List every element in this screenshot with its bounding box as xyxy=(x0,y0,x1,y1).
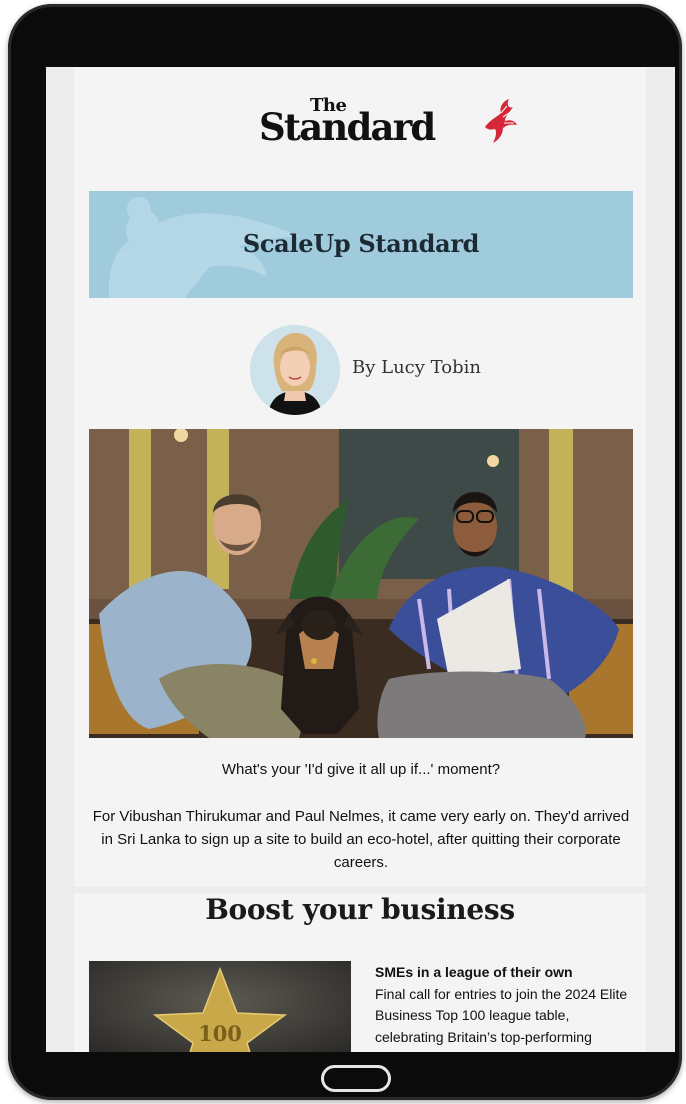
founders-photo xyxy=(89,429,633,738)
newsletter-email: The Standard ScaleUp Standard By Lucy To… xyxy=(46,67,675,1052)
newsletter-title: ScaleUp Standard xyxy=(242,229,480,258)
badge-number: 100 xyxy=(198,1021,242,1046)
author-byline: By Lucy Tobin xyxy=(352,357,481,378)
article-summary: Final call for entries to join the 2024 … xyxy=(375,985,628,1045)
logo-standard: Standard xyxy=(259,105,436,149)
intro-question: What's your 'I'd give it all up if...' m… xyxy=(221,761,501,778)
star-award-image: 100 xyxy=(89,961,351,1052)
author-portrait-image xyxy=(250,325,340,415)
home-button[interactable] xyxy=(321,1065,391,1092)
red-bird-icon xyxy=(485,99,517,143)
article-teaser[interactable]: SMEs in a league of their own Final call… xyxy=(375,962,631,1048)
tablet-frame: The Standard ScaleUp Standard By Lucy To… xyxy=(8,4,682,1100)
section-heading: Boost your business xyxy=(205,893,515,926)
author-avatar xyxy=(250,325,340,415)
hero-photo xyxy=(89,429,633,738)
article-title[interactable]: SMEs in a league of their own xyxy=(375,962,631,984)
email-screen[interactable]: The Standard ScaleUp Standard By Lucy To… xyxy=(46,67,675,1052)
article-thumbnail[interactable]: 100 xyxy=(89,961,351,1052)
newsletter-banner: ScaleUp Standard xyxy=(89,191,633,298)
intro-paragraph: For Vibushan Thirukumar and Paul Nelmes,… xyxy=(92,808,630,871)
masthead-logo[interactable]: The Standard xyxy=(74,87,646,157)
